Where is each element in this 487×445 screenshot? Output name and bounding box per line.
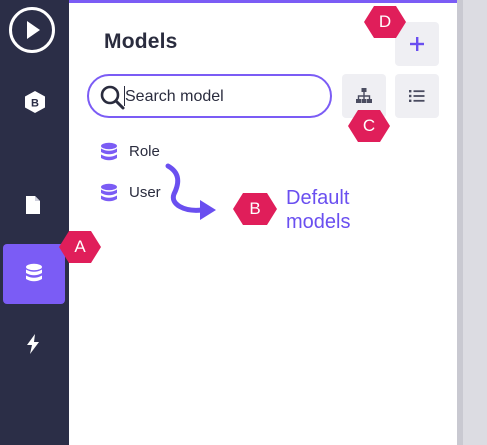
panel-divider — [457, 0, 463, 445]
annotation-badge-d: D — [363, 5, 407, 39]
search-input[interactable] — [125, 86, 320, 108]
play-button[interactable] — [9, 7, 55, 53]
document-icon — [26, 196, 40, 214]
diagram-icon — [356, 88, 372, 103]
search-box — [87, 74, 332, 118]
list-view-button[interactable] — [395, 74, 439, 118]
brand-hexagon-icon: B — [25, 91, 45, 113]
rail-item-functions[interactable] — [26, 334, 40, 359]
callout-label: Default models — [286, 187, 351, 233]
database-icon — [101, 142, 117, 161]
annotation-badge-a: A — [58, 230, 102, 264]
list-icon — [409, 90, 425, 102]
database-icon — [101, 183, 117, 202]
lightning-icon — [27, 334, 39, 354]
page-title: Models — [104, 30, 178, 53]
annotation-badge-b: B — [232, 192, 278, 226]
play-icon — [27, 21, 40, 39]
rail-item-documents[interactable] — [24, 195, 42, 220]
search-icon — [100, 85, 125, 110]
brand-hexagon[interactable]: B — [23, 90, 47, 119]
top-accent-bar — [69, 0, 457, 3]
database-icon — [26, 263, 42, 282]
model-item-label: User — [129, 184, 161, 201]
rail-item-models[interactable] — [3, 244, 65, 304]
left-sidebar: B — [0, 0, 69, 445]
model-item-label: Role — [129, 143, 160, 160]
annotation-badge-c: C — [347, 109, 391, 143]
plus-icon — [410, 37, 424, 51]
brand-letter: B — [31, 98, 39, 110]
callout-arrow — [165, 163, 216, 220]
